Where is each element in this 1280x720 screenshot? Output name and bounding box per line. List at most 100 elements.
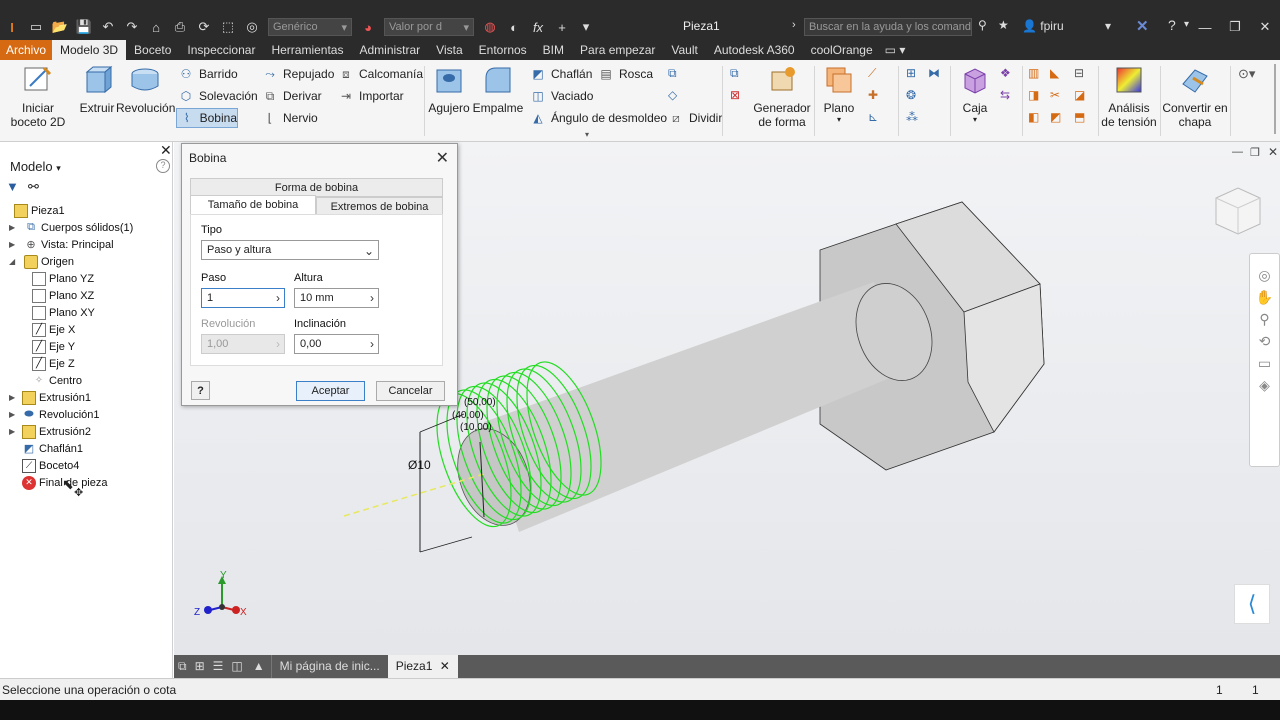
circular-pattern-icon[interactable]: ❂ — [906, 88, 916, 102]
point-icon[interactable]: ✚ — [868, 88, 878, 102]
tab-extremos-de-bobina[interactable]: Extremos de bobina — [316, 197, 443, 215]
rectangular-pattern-icon[interactable]: ⊞ — [906, 66, 916, 80]
chevron-right-icon[interactable]: › — [370, 337, 374, 351]
fillet-button[interactable]: Empalme — [472, 64, 524, 115]
chevron-right-icon[interactable]: › — [370, 291, 374, 305]
tree-item-vista[interactable]: ⊕ Vista: Principal — [24, 236, 113, 253]
settings-dropdown-icon[interactable]: ⊙▾ — [1238, 66, 1255, 82]
tab-autodesk-a360[interactable]: Autodesk A360 — [706, 40, 803, 60]
share-icon[interactable]: ⟨ — [1234, 584, 1270, 624]
plus-icon[interactable]: + — [553, 18, 571, 36]
tab-boceto[interactable]: Boceto — [126, 40, 179, 60]
height-input[interactable]: 10 mm › — [294, 288, 379, 308]
mirror-icon[interactable]: ⧓ — [928, 66, 940, 80]
help-icon[interactable]: ? — [156, 159, 170, 173]
dimension-b[interactable]: (40,00) — [452, 410, 484, 421]
tab-bim[interactable]: BIM — [535, 40, 572, 60]
thicken-icon[interactable]: ◇ — [668, 88, 677, 102]
draft-button[interactable]: ◭ Ángulo de desmoldeo — [530, 108, 667, 128]
chamfer-button[interactable]: ◩ Chaflán — [530, 64, 592, 84]
dimension-c[interactable]: (10,00) — [460, 422, 492, 433]
tab-home[interactable]: Mi página de inic... — [270, 655, 388, 678]
expand-icon[interactable]: ▶ — [9, 410, 15, 419]
browser-header[interactable]: Modelo ▾ — [10, 159, 61, 174]
surface-extend-icon[interactable]: ✂ — [1050, 88, 1060, 102]
new-icon[interactable]: ▭ — [27, 18, 45, 36]
plane-button[interactable]: Plano ▾ — [820, 64, 858, 124]
hole-button[interactable]: Agujero — [428, 64, 470, 115]
search-icon[interactable]: ⚲ — [978, 18, 987, 32]
ribbon-scrollbar[interactable] — [1274, 64, 1276, 134]
tab-entornos[interactable]: Entornos — [471, 40, 535, 60]
sketch-pattern-icon[interactable]: ⁂ — [906, 110, 918, 124]
tree-item-eje-y[interactable]: ╱ Eje Y — [32, 338, 75, 355]
minimize-icon[interactable]: — — [1190, 14, 1220, 40]
emboss-button[interactable]: ⤳ Repujado — [262, 64, 334, 84]
tree-item-plano-yz[interactable]: Plano YZ — [32, 270, 94, 287]
surface-ruled-icon[interactable]: ◣ — [1050, 66, 1059, 80]
star-icon[interactable]: ★ — [998, 18, 1009, 32]
shape-generator-button[interactable]: Generador de forma — [752, 64, 812, 129]
undo-icon[interactable]: ↶ — [99, 18, 117, 36]
shell-button[interactable]: ◫ Vaciado — [530, 86, 593, 106]
convert-to-freeform-icon[interactable]: ⇆ — [1000, 88, 1010, 102]
material-dropdown[interactable]: Genérico ▾ — [268, 18, 352, 36]
revolve-button[interactable]: Revolución — [116, 64, 175, 115]
copy-object-icon[interactable]: ⧉ — [730, 66, 739, 81]
steering-wheel-icon[interactable]: ◎ — [1250, 264, 1279, 286]
tree-item-plano-xz[interactable]: Plano XZ — [32, 287, 94, 304]
split-button[interactable]: ⧄ Dividir — [668, 108, 722, 128]
tree-item-eje-z[interactable]: ╱ Eje Z — [32, 355, 75, 372]
freeform-face-icon[interactable]: ❖ — [1000, 66, 1011, 80]
autodesk-x-icon[interactable]: ✕ — [1136, 17, 1149, 35]
viewport-restore-icon[interactable]: ❐ — [1250, 146, 1260, 159]
derive-button[interactable]: ⧉ Derivar — [262, 86, 322, 106]
help-search-input[interactable]: Buscar en la ayuda y los comandos — [804, 18, 972, 36]
tab-archivo[interactable]: Archivo — [0, 40, 53, 60]
tree-item-cuerpos-solidos[interactable]: ⧉ Cuerpos sólidos(1) — [24, 219, 133, 236]
surface-stitch-icon[interactable]: ⊟ — [1074, 66, 1084, 80]
chevron-down-icon[interactable]: ▾ — [1184, 19, 1189, 30]
tab-inspeccionar[interactable]: Inspeccionar — [179, 40, 263, 60]
help-button[interactable]: ? — [191, 381, 210, 400]
stress-analysis-button[interactable]: Análisis de tensión — [1100, 64, 1158, 129]
cascade-icon[interactable]: ⧉ — [174, 655, 191, 678]
tree-item-eje-x[interactable]: ╱ Eje X — [32, 321, 75, 338]
chevron-down-icon[interactable]: ▾ — [577, 18, 595, 36]
adjust-icon[interactable]: ◐ — [505, 18, 523, 36]
chevron-down-icon[interactable]: ▾ — [585, 130, 589, 139]
update-icon[interactable]: ⟳ — [195, 18, 213, 36]
tab-para-empezar[interactable]: Para empezar — [572, 40, 663, 60]
surface-thicken-icon[interactable]: ◧ — [1028, 110, 1039, 124]
print-icon[interactable]: ⎙ — [171, 18, 189, 36]
save-icon[interactable]: 💾 — [75, 18, 93, 36]
tab-menu-icon[interactable]: ▲ — [247, 655, 271, 678]
surface-replace-icon[interactable]: ◪ — [1074, 88, 1085, 102]
open-icon[interactable]: 📂 — [51, 18, 69, 36]
surface-trim-icon[interactable]: ◨ — [1028, 88, 1039, 102]
pitch-input[interactable]: 1 › — [201, 288, 285, 308]
tab-tamano-de-bobina[interactable]: Tamaño de bobina — [190, 195, 316, 215]
extrude-button[interactable]: Extruir — [78, 64, 116, 115]
close-icon[interactable]: ✕ — [436, 148, 449, 168]
chevron-right-icon[interactable]: › — [276, 291, 280, 305]
chevron-right-icon[interactable]: › — [792, 19, 796, 31]
combine-icon[interactable]: ⧉ — [668, 66, 677, 81]
tree-item-pieza1[interactable]: Pieza1 — [14, 202, 65, 219]
color-wheel-icon[interactable]: ◕ — [359, 18, 377, 36]
tab-vault[interactable]: Vault — [663, 40, 705, 60]
tree-item-revolucion1[interactable]: ⬬ Revolución1 — [22, 406, 99, 423]
viewport-minimize-icon[interactable]: — — [1232, 146, 1243, 158]
expand-icon[interactable]: ▶ — [9, 393, 15, 402]
diameter-dimension[interactable]: Ø10 — [408, 458, 431, 472]
user-menu[interactable]: 👤 fpiru ▾ — [1022, 19, 1111, 33]
zoom-icon[interactable]: ⚲ — [1250, 308, 1279, 330]
tab-pieza1[interactable]: Pieza1 ✕ — [387, 655, 458, 678]
pan-icon[interactable]: ✋ — [1250, 286, 1279, 308]
box-button[interactable]: Caja ▾ — [956, 64, 994, 124]
redo-icon[interactable]: ↷ — [123, 18, 141, 36]
surface-delete-icon[interactable]: ◩ — [1050, 110, 1061, 124]
collapse-icon[interactable]: ◢ — [9, 257, 15, 266]
clear-appearance-icon[interactable]: ◍ — [481, 18, 499, 36]
tree-item-extrusion2[interactable]: Extrusión2 — [22, 423, 91, 440]
